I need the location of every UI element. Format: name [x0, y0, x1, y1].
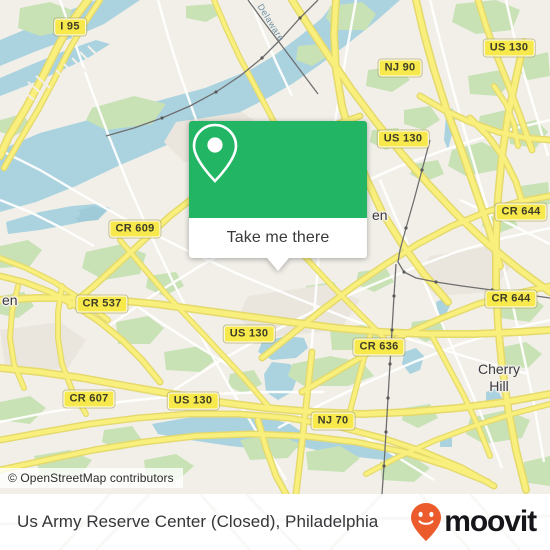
moovit-logo[interactable]: moovit: [410, 502, 537, 542]
take-me-there-label: Take me there: [226, 229, 330, 246]
road-shield: CR 644: [495, 203, 547, 221]
moovit-smiley-pin-icon: [411, 503, 442, 541]
road-shield: CR 636: [353, 338, 405, 356]
place-label: Hill: [489, 378, 509, 394]
road-shield: NJ 90: [378, 59, 422, 77]
page-title: Us Army Reserve Center (Closed), Philade…: [17, 512, 379, 531]
road-shield: US 130: [483, 39, 535, 57]
osm-attribution[interactable]: © OpenStreetMap contributors: [0, 468, 183, 488]
road-shield: US 130: [167, 392, 219, 410]
footer-bar: Us Army Reserve Center (Closed), Philade…: [0, 494, 550, 550]
road-shield: NJ 70: [311, 412, 355, 430]
map-pin-icon: [192, 123, 238, 183]
place-label: en: [2, 292, 18, 308]
popup-marker-panel: [189, 121, 367, 218]
popup-tail: [267, 258, 289, 271]
place-label: Cherry: [477, 361, 521, 377]
moovit-map-screen: I 95 NJ 90 US 130 US 130 CR 609 CR 644 CR 537 C…: [0, 0, 550, 550]
road-shield: CR 607: [63, 390, 115, 408]
osm-attribution-text: © OpenStreetMap contributors: [8, 471, 174, 485]
take-me-there-button[interactable]: Take me there: [189, 218, 367, 258]
road-shield: CR 537: [76, 295, 128, 313]
road-shield: CR 609: [109, 220, 161, 238]
road-shield: US 130: [223, 325, 275, 343]
location-popup[interactable]: Take me there: [189, 121, 367, 271]
map-canvas[interactable]: I 95 NJ 90 US 130 US 130 CR 609 CR 644 CR 537 C…: [0, 0, 550, 494]
road-shield: CR 644: [485, 290, 537, 308]
moovit-wordmark: moovit: [444, 505, 537, 538]
road-shield: US 130: [377, 130, 429, 148]
road-shield: I 95: [54, 18, 86, 36]
place-label: en: [372, 207, 388, 223]
